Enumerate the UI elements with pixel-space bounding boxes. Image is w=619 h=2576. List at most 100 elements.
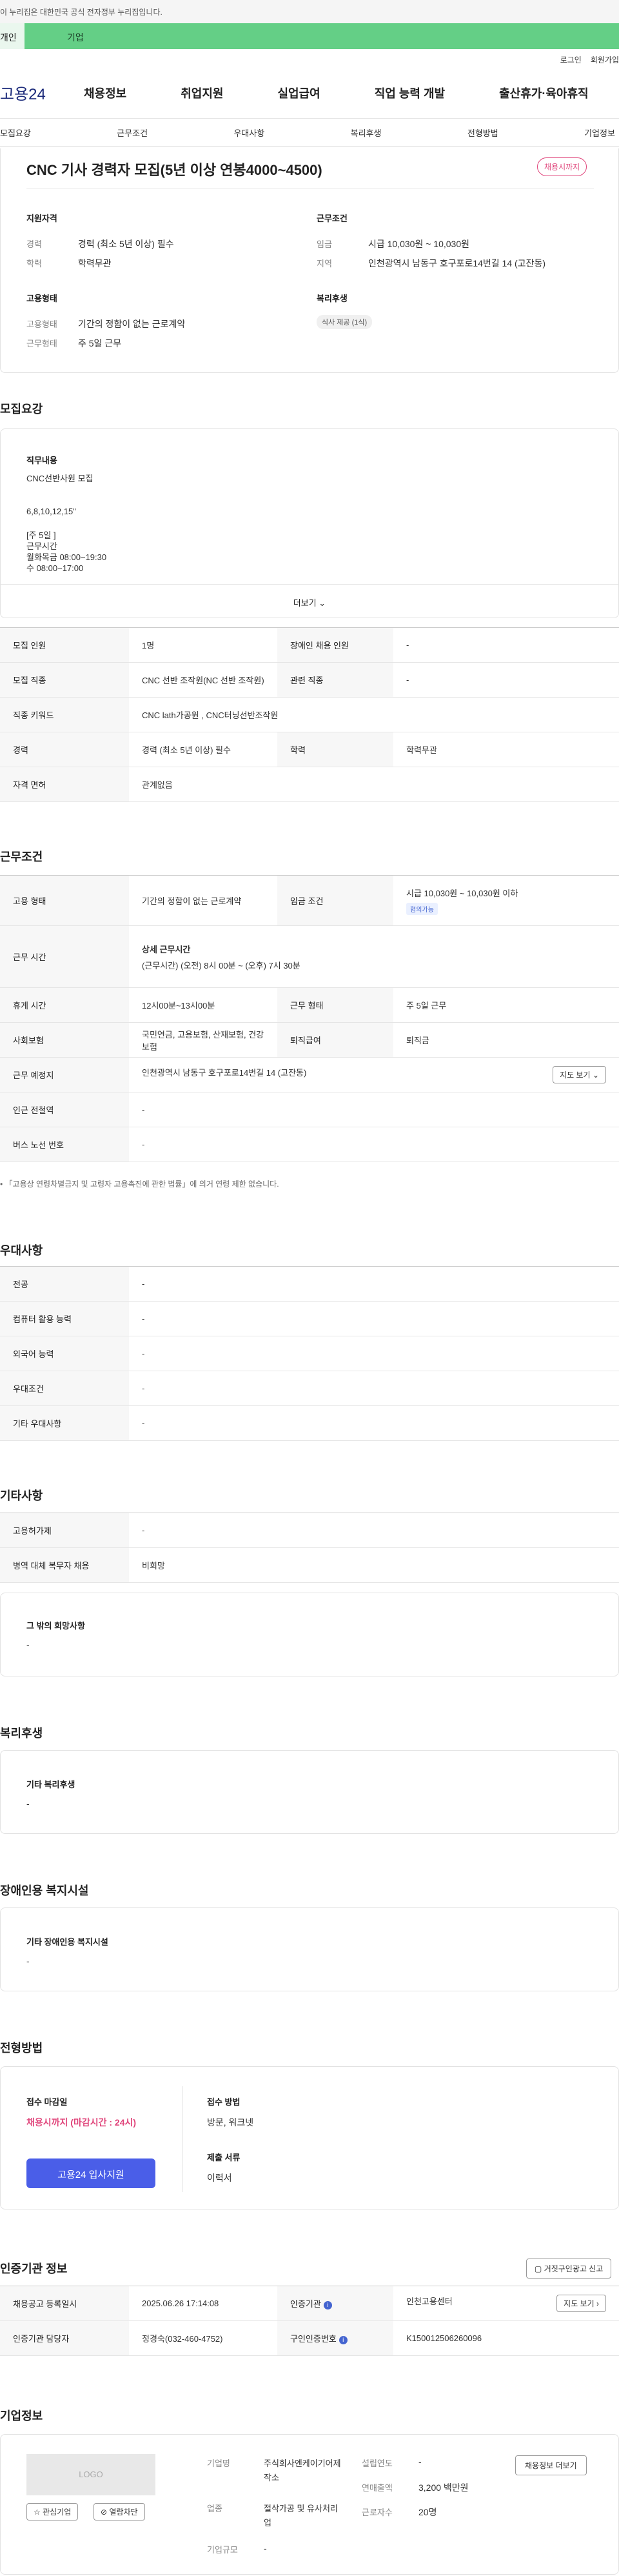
gnb-leave[interactable]: 출산휴가·육아휴직 — [499, 85, 588, 101]
gnb-jobs[interactable]: 채용정보 — [84, 85, 126, 101]
emp-value: 주 5일 근무 — [78, 338, 122, 348]
row-label: 학력 — [277, 732, 393, 767]
etc-section-title: 기타사항 — [0, 1489, 43, 1502]
row-value: - — [129, 1127, 619, 1162]
etc-wish-value: - — [26, 1640, 30, 1650]
gov-banner: 이 누리집은 대한민국 공식 전자정부 누리집입니다. — [0, 0, 619, 23]
util-links: 로그인 회원가입 — [0, 49, 619, 67]
qual-value: 경력 (최소 5년 이상) 필수 — [78, 239, 174, 249]
join-link[interactable]: 회원가입 — [591, 55, 619, 65]
row-label: 장애인 채용 인원 — [277, 627, 393, 663]
chevron-right-icon: › — [596, 2299, 599, 2308]
login-link[interactable]: 로그인 — [560, 55, 582, 65]
info-icon[interactable]: i — [339, 2336, 348, 2344]
chevron-down-icon: ⌄ — [319, 598, 326, 608]
site-logo[interactable]: 고용24 — [0, 81, 84, 104]
selection-section-title: 전형방법 — [0, 2042, 43, 2055]
apply-button[interactable]: 고용24 입사지원 — [26, 2158, 155, 2188]
hours-value: (근무시간) (오전) 8시 00분 ~ (오후) 7시 30분 — [142, 960, 300, 971]
block-view-button[interactable]: ⊘ 열람차단 — [93, 2503, 145, 2521]
tab-company[interactable]: 기업 — [25, 23, 619, 49]
row-value: CNC lath가공원 , CNC터닝선반조작원 — [129, 697, 619, 732]
table-row: 사회보험 국민연금, 고용보험, 산재보험, 건강보험 퇴직급여 퇴직금 — [0, 1022, 619, 1058]
report-button[interactable]: ▢ 거짓구인광고 신고 — [526, 2259, 612, 2279]
disabled-section-title: 장애인용 복지시설 — [0, 1884, 89, 1897]
job-line: CNC선반사원 모집 — [26, 474, 93, 483]
agency-section-title: 인증기관 정보 — [0, 2262, 68, 2275]
star-icon: ☆ — [34, 2508, 41, 2517]
tab-personal[interactable]: 개인 — [0, 23, 25, 49]
anchor-recruit[interactable]: 모집요강 — [0, 126, 31, 139]
cond-title: 근무조건 — [317, 214, 348, 223]
report-button-label: 거짓구인광고 신고 — [544, 2264, 604, 2273]
anchor-conditions[interactable]: 근무조건 — [117, 126, 148, 139]
table-row: 모집 직종 CNC 선반 조작원(NC 선반 조작원) 관련 직종 - — [0, 662, 619, 698]
row-value: 2025.06.26 17:14:08 — [129, 2286, 277, 2321]
row-value: 12시00분~13시00분 — [129, 987, 277, 1023]
row-label: 관련 직종 — [277, 662, 393, 698]
welfare-box-value: - — [26, 1798, 30, 1809]
row-value: K150012506260096 — [393, 2320, 619, 2356]
favorite-label: 관심기업 — [43, 2508, 72, 2517]
row-value: 기간의 정함이 없는 근로계약 — [129, 875, 277, 926]
recruit-table: 모집 인원 1명 장애인 채용 인원 - 모집 직종 CNC 선반 조작원(NC 선반 … — [0, 627, 619, 802]
row-value: 퇴직금 — [393, 1022, 619, 1058]
emp-label: 근무형태 — [26, 339, 57, 348]
disabled-card: 기타 장애인용 복지시설 - — [0, 1907, 619, 1991]
gnb-training[interactable]: 직업 능력 개발 — [375, 85, 445, 101]
anchor-selection[interactable]: 전형방법 — [467, 126, 498, 139]
preference-section-title: 우대사항 — [0, 1244, 43, 1257]
row-value: - — [129, 1266, 619, 1302]
welfare-chip: 식사 제공 (1식) — [317, 315, 373, 329]
welfare-section-title: 복리후생 — [0, 1727, 43, 1740]
staff-value: 20명 — [418, 2507, 437, 2517]
job-line: 월화목금 08:00~19:30 — [26, 552, 107, 562]
job-line — [26, 517, 581, 530]
row-value: - — [393, 627, 619, 663]
gnb-support[interactable]: 취업지원 — [181, 85, 223, 101]
job-line — [26, 484, 581, 506]
table-row: 외국어 능력 - — [0, 1336, 619, 1371]
agency-map-button[interactable]: 지도 보기 › — [556, 2295, 606, 2312]
row-value: 1명 — [129, 627, 277, 663]
row-value: 주 5일 근무 — [393, 987, 619, 1023]
negotiable-chip: 협의가능 — [406, 902, 438, 915]
deadline-value: 채용시까지 (마감시간 : 24시) — [26, 2117, 137, 2128]
map-button-label: 지도 보기 — [560, 1071, 591, 1080]
row-label: 퇴직급여 — [277, 1022, 393, 1058]
cond-value: 시급 10,030원 ~ 10,030원 — [368, 239, 470, 249]
gnb-benefit[interactable]: 실업급여 — [278, 85, 320, 101]
anchor-welfare[interactable]: 복리후생 — [351, 126, 382, 139]
map-button[interactable]: 지도 보기 ⌄ — [553, 1066, 606, 1083]
company-name-value: 주식회사엔케이기어제작소 — [264, 2459, 341, 2482]
row-label: 컴퓨터 활용 능력 — [0, 1301, 129, 1336]
job-line: 근무시간 — [26, 541, 57, 551]
emp-label: 고용형태 — [26, 319, 57, 329]
row-label: 인근 전철역 — [0, 1092, 129, 1127]
row-label: 근무 예정지 — [0, 1057, 129, 1092]
row-label: 버스 노선 번호 — [0, 1127, 129, 1162]
row-label: 근무 시간 — [0, 925, 129, 988]
row-label: 휴게 시간 — [0, 987, 129, 1023]
row-label: 인증기관 담당자 — [0, 2320, 129, 2356]
block-icon: ⊘ — [101, 2508, 108, 2517]
row-label: 기타 우대사항 — [0, 1405, 129, 1441]
favorite-company-button[interactable]: ☆ 관심기업 — [26, 2503, 79, 2521]
etc-wish-card: 그 밖의 희망사항 - — [0, 1593, 619, 1676]
company-info-button[interactable]: 채용정보 더보기 — [515, 2455, 587, 2475]
gov-banner-text: 이 누리집은 대한민국 공식 전자정부 누리집입니다. — [0, 8, 162, 17]
user-tabs: 개인 기업 — [0, 23, 619, 49]
more-button[interactable]: 더보기 ⌄ — [1, 584, 618, 618]
table-row: 모집 인원 1명 장애인 채용 인원 - — [0, 627, 619, 663]
info-icon[interactable]: i — [323, 2301, 332, 2309]
row-label: 고용허가제 — [0, 1513, 129, 1548]
anchor-preference[interactable]: 우대사항 — [233, 126, 264, 139]
row-value: - — [129, 1513, 619, 1548]
anchor-company[interactable]: 기업정보 — [584, 126, 615, 139]
table-row: 근무 예정지 인천광역시 남동구 호구포로14번길 14 (고잔동) 지도 보기 ⌄ — [0, 1057, 619, 1092]
row-value: - — [129, 1336, 619, 1371]
row-label: 외국어 능력 — [0, 1336, 129, 1371]
divider — [26, 188, 594, 189]
job-line: [주 5일 ] — [26, 530, 56, 540]
welfare-box-title: 기타 복리후생 — [26, 1780, 75, 1789]
